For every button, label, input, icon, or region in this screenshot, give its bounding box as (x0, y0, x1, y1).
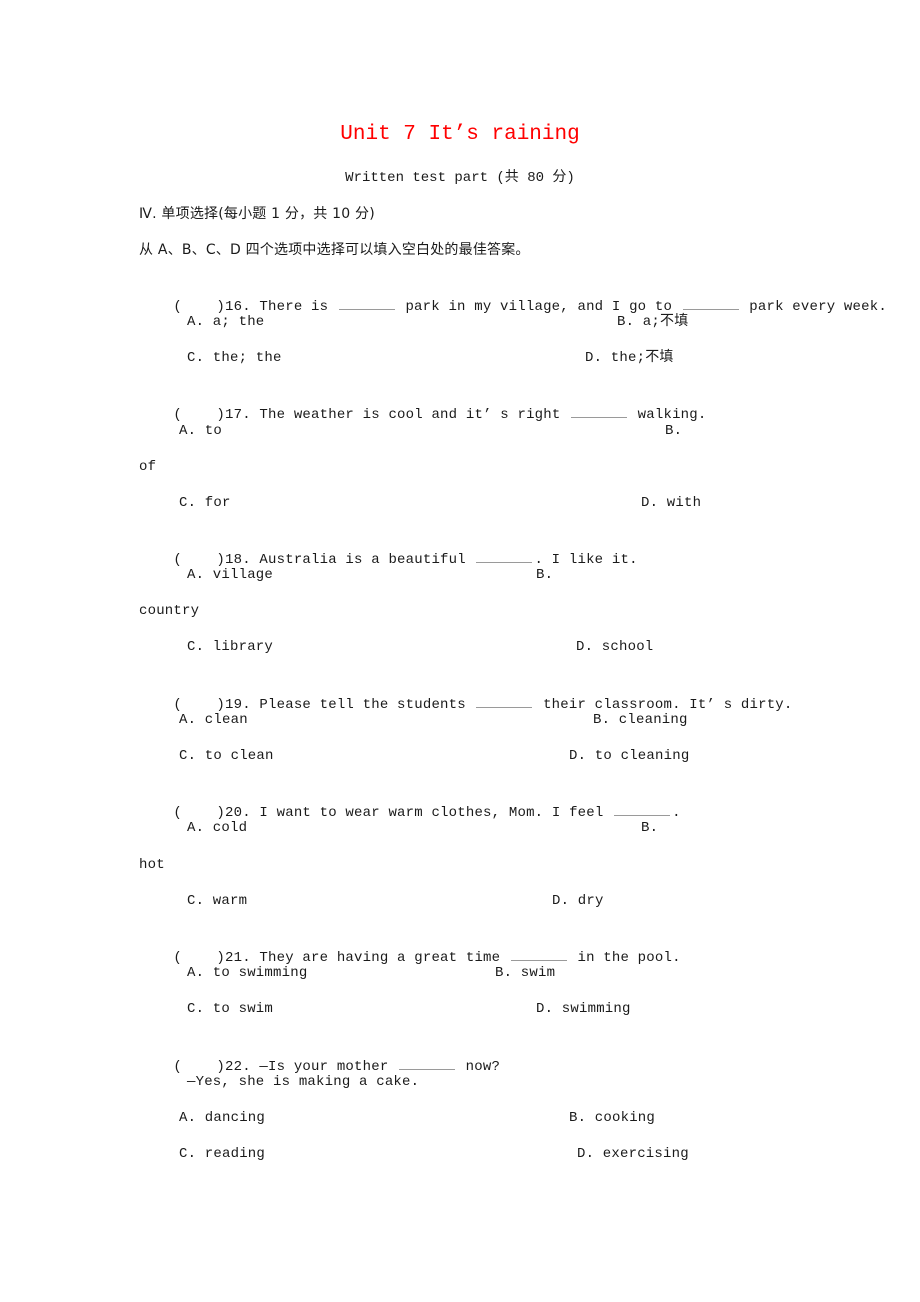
option-b[interactable]: B. a;不填 (617, 313, 688, 331)
question-stem-part: now? (457, 1059, 501, 1075)
option-c[interactable]: C. to clean (179, 747, 274, 765)
option-b[interactable]: B. cooking (569, 1109, 655, 1127)
question-stem-part: 17. The weather is cool and it’ s right (225, 407, 570, 423)
option-b[interactable]: B. (641, 819, 658, 837)
blank (571, 403, 628, 418)
page-title: Unit 7 It’s raining (340, 123, 580, 146)
question-17: ( )17. The weather is cool and it’ s rig… (139, 385, 707, 442)
section-instruction: 从 A、B、C、D 四个选项中选择可以填入空白处的最佳答案。 (139, 242, 530, 258)
question-stem-part: 20. I want to wear warm clothes, Mom. I … (225, 805, 613, 821)
question-stem-part: in the pool. (568, 950, 681, 966)
option-b-text[interactable]: country (139, 602, 199, 620)
option-c[interactable]: C. the; the (187, 349, 282, 367)
option-c[interactable]: C. to swim (187, 1000, 273, 1018)
option-b-text[interactable]: hot (139, 856, 165, 874)
option-d[interactable]: D. exercising (577, 1145, 689, 1163)
question-stem-part: walking. (629, 407, 707, 423)
option-d[interactable]: D. the;不填 (585, 349, 674, 367)
option-a[interactable]: A. cold (187, 819, 247, 837)
option-d[interactable]: D. swimming (536, 1000, 631, 1018)
option-b[interactable]: B. cleaning (593, 711, 688, 729)
answer-bracket[interactable]: ( ) (173, 407, 225, 423)
option-a[interactable]: A. dancing (179, 1109, 265, 1127)
option-b-text[interactable]: of (139, 458, 156, 476)
option-b[interactable]: B. (665, 422, 682, 440)
option-c[interactable]: C. library (187, 638, 273, 656)
blank (510, 946, 567, 961)
option-d[interactable]: D. school (576, 638, 653, 656)
blank (682, 295, 739, 310)
blank (399, 1055, 456, 1070)
section-heading: Ⅳ. 单项选择(每小题 1 分，共 10 分) (139, 206, 375, 222)
dialogue-reply: —Yes, she is making a cake. (187, 1074, 420, 1090)
blank (338, 295, 395, 310)
page-subtitle: Written test part (共 80 分) (345, 170, 575, 186)
option-d[interactable]: D. with (641, 494, 701, 512)
question-stem-part: 19. Please tell the students (225, 697, 475, 713)
question-stem-part: . (672, 805, 681, 821)
option-c[interactable]: C. warm (187, 892, 247, 910)
option-a[interactable]: A. to (179, 422, 222, 440)
option-c[interactable]: C. for (179, 494, 231, 512)
blank (614, 801, 671, 816)
option-a[interactable]: A. village (187, 566, 273, 584)
option-b[interactable]: B. (536, 566, 553, 584)
blank (476, 548, 533, 563)
option-d[interactable]: D. dry (552, 892, 604, 910)
option-a[interactable]: A. to swimming (187, 964, 307, 982)
option-c[interactable]: C. reading (179, 1145, 265, 1163)
option-d[interactable]: D. to cleaning (569, 747, 689, 765)
blank (476, 693, 533, 708)
option-a[interactable]: A. a; the (187, 313, 264, 331)
option-a[interactable]: A. clean (179, 711, 248, 729)
question-stem-part: park every week. (740, 299, 887, 315)
option-b[interactable]: B. swim (495, 964, 555, 982)
